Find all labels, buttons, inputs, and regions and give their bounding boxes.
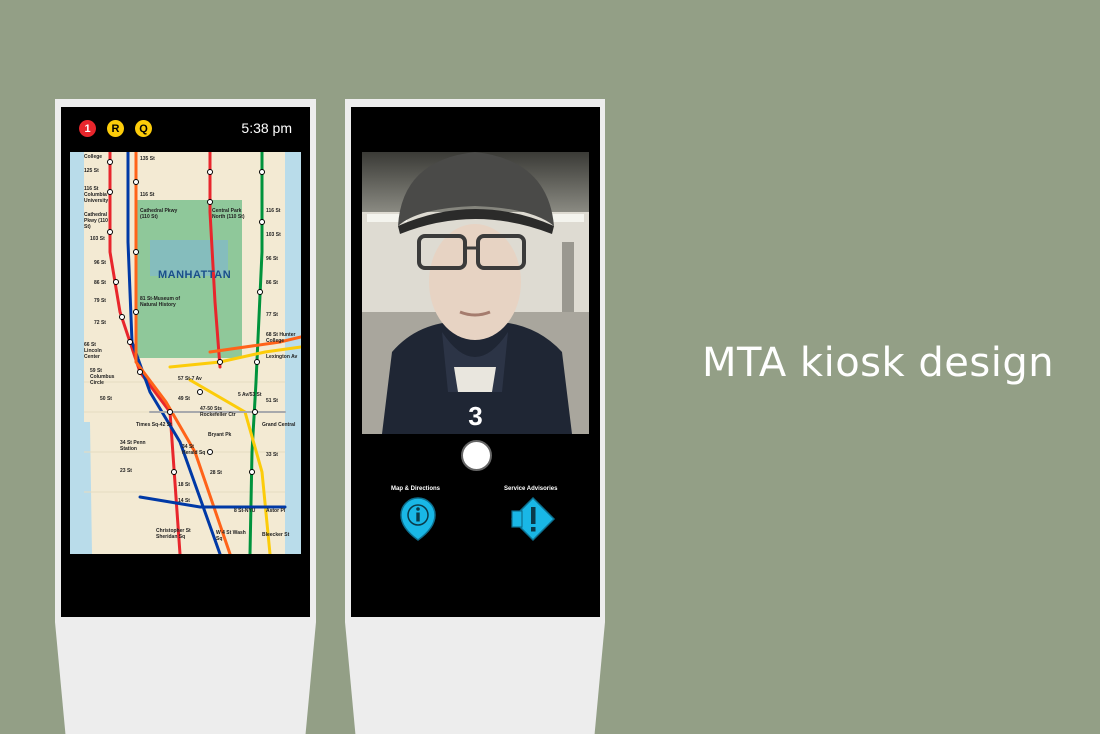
line-r-badge[interactable]: R bbox=[107, 120, 124, 137]
station-116-st-columbia: 116 St Columbia University bbox=[84, 186, 109, 204]
camera-preview: 3 bbox=[362, 152, 589, 434]
station-times-sq: Times Sq-42 St bbox=[136, 422, 172, 428]
subway-map[interactable]: College 125 St 116 St Columbia Universit… bbox=[70, 152, 301, 554]
station-33-st: 33 St bbox=[266, 452, 278, 458]
station-cathedral-pkwy-b: Cathedral Pkwy (110 St) bbox=[140, 208, 178, 220]
info-pin-icon bbox=[400, 497, 436, 541]
station-51-st: 51 St bbox=[266, 398, 278, 404]
station-103-st: 103 St bbox=[90, 236, 105, 242]
station-grand-central: Grand Central bbox=[262, 422, 296, 428]
countdown-timer: 3 bbox=[468, 401, 483, 431]
borough-label: MANHATTAN bbox=[158, 269, 232, 281]
station-66-st: 66 St Lincoln Center bbox=[84, 342, 102, 360]
station-bleecker-st: Bleecker St bbox=[262, 532, 290, 538]
station-college: College bbox=[84, 154, 103, 160]
station-135-st: 135 St bbox=[140, 156, 155, 162]
map-directions-button[interactable] bbox=[399, 496, 437, 547]
station-116-st-b: 116 St bbox=[140, 192, 155, 198]
station-8-st-nyu: 8 St-NYU bbox=[234, 508, 256, 514]
station-lexington-av: Lexington Av bbox=[266, 354, 298, 360]
station-14-st: 14 St bbox=[178, 498, 190, 504]
station-christopher-st: Christopher St Sheridan Sq bbox=[156, 528, 191, 540]
station-86-st: 86 St bbox=[94, 280, 106, 286]
selfie-photo bbox=[362, 152, 589, 434]
camera-kiosk: 3 Map & Directions Service Advisories bbox=[345, 99, 605, 622]
map-kiosk-base bbox=[55, 622, 316, 734]
station-w-4-st: W 4 St Wash Sq bbox=[216, 530, 246, 542]
station-cathedral-pkwy: Cathedral Pkwy (110 St) bbox=[84, 212, 108, 230]
station-central-park-north: Central Park North (110 St) bbox=[212, 208, 245, 220]
station-103-st-east: 103 St bbox=[266, 232, 281, 238]
river-shore bbox=[70, 422, 92, 554]
station-116-st-east: 116 St bbox=[266, 208, 281, 214]
station-5-av-53-st: 5 Av/53 St bbox=[238, 392, 262, 398]
east-river bbox=[285, 152, 301, 554]
station-68-st: 68 St Hunter College bbox=[266, 332, 296, 344]
line-1-badge[interactable]: 1 bbox=[79, 120, 96, 137]
station-penn: 34 St Penn Station bbox=[120, 440, 146, 452]
service-lines: 1 R Q bbox=[79, 120, 152, 137]
station-96-st-east: 96 St bbox=[266, 256, 278, 262]
station-18-st: 18 St bbox=[178, 482, 190, 488]
map-kiosk-screen: 1 R Q 5:38 pm College 125 St 116 St Colu… bbox=[61, 107, 310, 617]
station-rockefeller: 47-50 Sts Rockefeller Ctr bbox=[200, 406, 236, 418]
station-72-st: 72 St bbox=[94, 320, 106, 326]
map-directions-label: Map & Directions bbox=[391, 486, 441, 492]
station-astor-pl: Astor Pl bbox=[266, 508, 286, 514]
map-kiosk: 1 R Q 5:38 pm College 125 St 116 St Colu… bbox=[55, 99, 316, 622]
service-advisories-button[interactable] bbox=[510, 496, 556, 547]
station-86-st-east: 86 St bbox=[266, 280, 278, 286]
station-50-st: 50 St bbox=[100, 396, 112, 402]
station-57-st: 57 St-7 Av bbox=[178, 376, 202, 382]
station-herald-sq: 34 St Herald Sq bbox=[182, 444, 206, 456]
page-title: MTA kiosk design bbox=[702, 340, 1055, 386]
station-77-st: 77 St bbox=[266, 312, 278, 318]
station-125-st: 125 St bbox=[84, 168, 99, 174]
station-59-st: 59 St Columbus Circle bbox=[90, 368, 115, 386]
warning-diamond-icon bbox=[510, 496, 556, 542]
station-28-st: 28 St bbox=[210, 470, 222, 476]
station-49-st: 49 St bbox=[178, 396, 190, 402]
service-advisories-label: Service Advisories bbox=[504, 486, 558, 492]
line-q-badge[interactable]: Q bbox=[135, 120, 152, 137]
shutter-button[interactable] bbox=[461, 440, 492, 471]
station-96-st: 96 St bbox=[94, 260, 106, 266]
station-bryant-pk: Bryant Pk bbox=[208, 432, 232, 438]
station-79-st: 79 St bbox=[94, 298, 106, 304]
station-23-st: 23 St bbox=[120, 468, 132, 474]
camera-kiosk-base bbox=[345, 622, 605, 734]
station-81-st: 81 St-Museum of Natural History bbox=[140, 296, 181, 308]
clock: 5:38 pm bbox=[241, 120, 292, 136]
camera-kiosk-screen: 3 Map & Directions Service Advisories bbox=[351, 107, 600, 617]
